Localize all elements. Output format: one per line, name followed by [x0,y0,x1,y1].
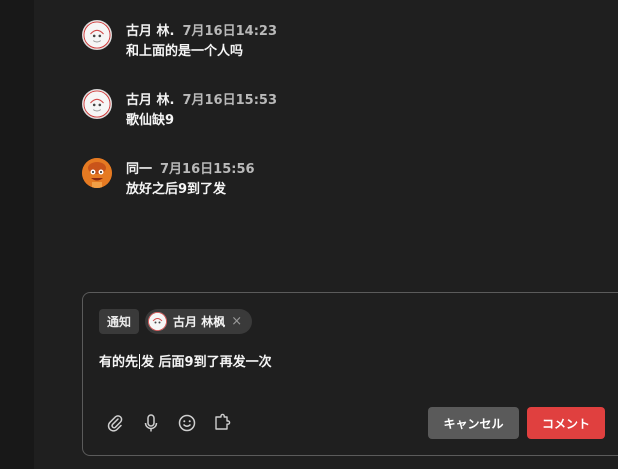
close-icon[interactable]: × [231,315,242,328]
comment-meta: 古月 林. 7月16日15:53 [126,89,277,108]
emoji-icon[interactable] [177,413,197,433]
input-text-before-caret: 有的先 [99,355,139,370]
avatar[interactable] [82,89,112,119]
comment-input[interactable]: 有的先发 后面9到了再发一次 [99,351,272,370]
comment-time: 7月16日15:56 [160,161,255,177]
comment-text: 歌仙缺9 [126,113,175,128]
cancel-button[interactable]: キャンセル [428,407,519,439]
comment-meta: 同一 7月16日15:56 [126,158,255,177]
comment-button[interactable]: コメント [527,407,605,439]
avatar[interactable] [82,20,112,50]
comment-text: 和上面的是一个人吗 [126,44,244,59]
extension-icon[interactable] [213,413,233,433]
comment-item: 古月 林. 7月16日14:23 和上面的是一个人吗 [82,20,602,68]
comment-meta: 古月 林. 7月16日14:23 [126,20,277,39]
comment-author[interactable]: 古月 林. [126,89,174,108]
comment-thread: 古月 林. 7月16日14:23 和上面的是一个人吗 古月 林. 7月16日15… [34,0,618,469]
composer-toolbar [105,413,233,433]
avatar[interactable] [82,158,112,188]
white-doodle-avatar-icon [83,90,111,118]
mention-chip[interactable]: 古月 林枫 × [145,309,253,334]
microphone-icon[interactable] [141,413,161,433]
text-caret [139,354,141,369]
comment-composer[interactable]: 通知 古月 林枫 × 有的先发 后面9到了再发一次 キャンセル コメント [82,292,618,456]
left-rail [0,0,34,469]
comment-time: 7月16日14:23 [182,23,277,39]
mention-row: 通知 古月 林枫 × [99,309,253,334]
comment-text: 放好之后9到了发 [126,182,227,197]
paperclip-icon[interactable] [105,413,125,433]
mention-avatar [148,312,168,331]
comment-author[interactable]: 古月 林. [126,20,174,39]
comment-item: 古月 林. 7月16日15:53 歌仙缺9 [82,89,602,137]
comment-author[interactable]: 同一 [126,158,152,177]
orange-character-avatar-icon [82,158,112,188]
input-text-after-caret: 发 后面9到了再发一次 [141,355,272,370]
white-doodle-avatar-icon [83,21,111,49]
comment-item: 同一 7月16日15:56 放好之后9到了发 [82,158,602,206]
comment-time: 7月16日15:53 [182,92,277,108]
mention-name: 古月 林枫 [173,315,226,329]
notify-label: 通知 [99,309,140,334]
white-doodle-avatar-icon [148,312,167,331]
